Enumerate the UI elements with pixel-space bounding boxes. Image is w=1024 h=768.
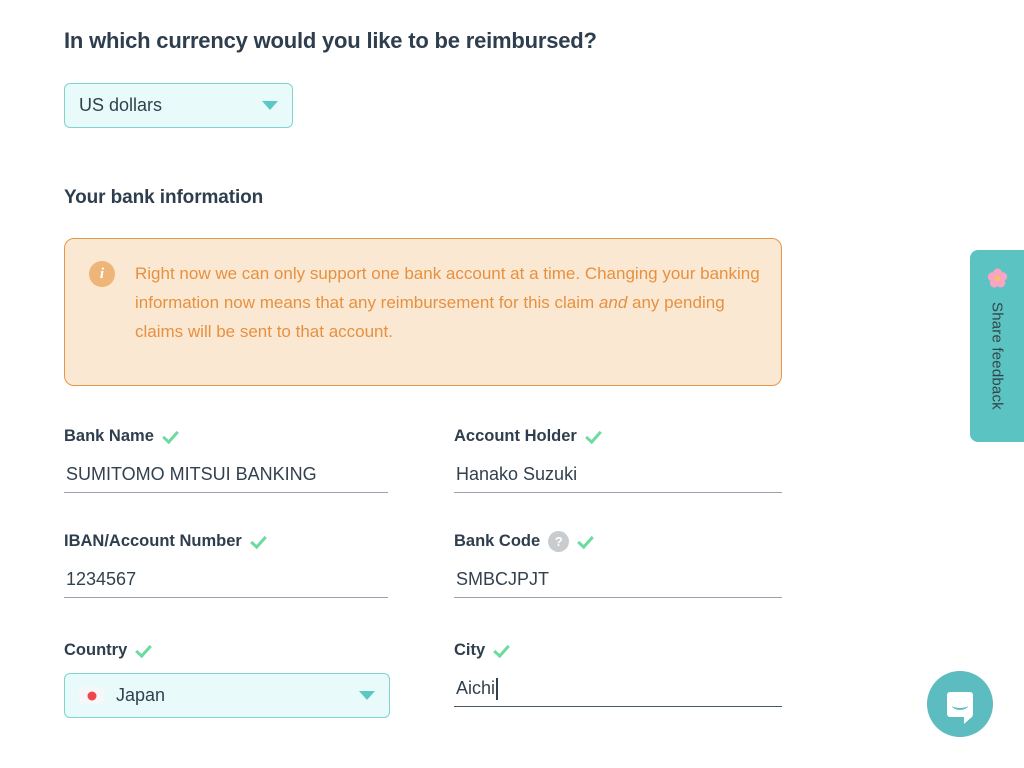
currency-question-heading: In which currency would you like to be r… — [64, 28, 597, 53]
country-select-value: Japan — [116, 685, 166, 705]
field-iban: IBAN/Account Number — [64, 530, 388, 598]
chat-launcher-button[interactable] — [927, 671, 993, 737]
help-question-icon[interactable]: ? — [548, 530, 570, 552]
notice-emphasis: and — [598, 293, 628, 312]
share-feedback-tab[interactable]: Share feedback — [970, 250, 1024, 442]
valid-check-icon — [250, 533, 267, 550]
bank-code-label: Bank Code ? — [454, 530, 782, 552]
valid-check-icon — [585, 428, 602, 445]
city-input[interactable] — [454, 674, 782, 707]
country-label: Country — [64, 639, 390, 661]
field-bank-name: Bank Name — [64, 425, 388, 493]
city-label-text: City — [454, 640, 486, 659]
field-account-holder: Account Holder — [454, 425, 782, 493]
iban-label: IBAN/Account Number — [64, 530, 388, 552]
bank-code-input[interactable] — [454, 565, 782, 598]
flag-japan-icon — [79, 687, 104, 704]
text-cursor — [496, 678, 498, 700]
account-holder-label-text: Account Holder — [454, 426, 577, 445]
info-icon: i — [89, 261, 115, 287]
field-bank-code: Bank Code ? — [454, 530, 782, 598]
bank-account-notice-banner: i Right now we can only support one bank… — [64, 238, 782, 386]
field-country: Country Japan — [64, 639, 390, 718]
iban-label-text: IBAN/Account Number — [64, 531, 242, 550]
field-city: City — [454, 639, 782, 707]
valid-check-icon — [135, 642, 152, 659]
reimbursement-form-page: In which currency would you like to be r… — [0, 0, 1024, 768]
country-select[interactable]: Japan — [64, 673, 390, 718]
iban-input[interactable] — [64, 565, 388, 598]
bank-code-label-text: Bank Code — [454, 531, 541, 550]
valid-check-icon — [493, 642, 510, 659]
valid-check-icon — [162, 428, 179, 445]
currency-select-value: US dollars — [79, 95, 163, 115]
bank-name-label: Bank Name — [64, 425, 388, 447]
city-label: City — [454, 639, 782, 661]
notice-text: Right now we can only support one bank a… — [135, 259, 763, 365]
currency-select[interactable]: US dollars — [64, 83, 293, 128]
smile-icon — [952, 701, 968, 710]
chevron-down-icon — [359, 691, 375, 700]
country-label-text: Country — [64, 640, 128, 659]
chevron-down-icon — [262, 101, 278, 110]
bank-name-label-text: Bank Name — [64, 426, 154, 445]
bank-name-input[interactable] — [64, 460, 388, 493]
valid-check-icon — [577, 533, 594, 550]
cherry-blossom-icon — [987, 268, 1007, 288]
account-holder-input[interactable] — [454, 460, 782, 493]
account-holder-label: Account Holder — [454, 425, 782, 447]
share-feedback-label: Share feedback — [988, 302, 1006, 410]
chat-bubble-icon — [947, 691, 973, 724]
bank-information-heading: Your bank information — [64, 187, 264, 208]
